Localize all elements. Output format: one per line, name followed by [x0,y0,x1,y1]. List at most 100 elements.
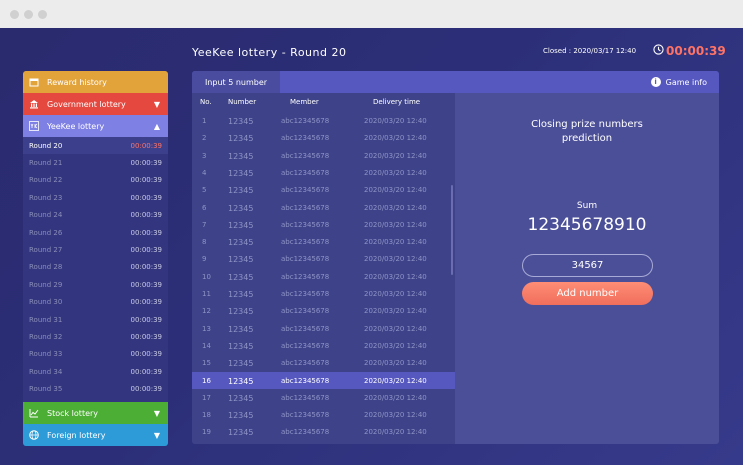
round-label: Round 35 [29,385,63,394]
round-label: Round 24 [29,211,63,220]
sidebar-item-yeekee-lottery[interactable]: YeeKee lottery ▲ [23,115,168,137]
cell-time: 2020/03/20 12:40 [364,393,427,402]
round-time: 00:00:39 [130,193,162,202]
cell-number: 12345 [228,134,254,144]
cell-member: abc12345678 [281,411,330,420]
round-item[interactable]: Round 31 00:00:39 [23,311,168,328]
cell-number: 12345 [228,255,254,265]
cell-time: 2020/03/20 12:40 [364,220,427,229]
table-row[interactable]: 8 12345 abc12345678 2020/03/20 12:40 [192,233,455,250]
table-row[interactable]: 5 12345 abc12345678 2020/03/20 12:40 [192,181,455,198]
cell-member: abc12345678 [281,307,330,316]
sidebar-item-label: Stock lottery [47,408,99,418]
cell-time: 2020/03/20 12:40 [364,376,427,385]
round-item[interactable]: Round 26 00:00:39 [23,224,168,241]
main-panel: Input 5 number i Game info No. Number Me… [192,71,719,444]
sidebar-item-label: YeeKee lottery [47,121,105,131]
round-item[interactable]: Round 24 00:00:39 [23,207,168,224]
table-header: No. Number Member Delivery time [192,93,455,111]
table-row[interactable]: 1 12345 abc12345678 2020/03/20 12:40 [192,112,455,129]
round-item[interactable]: Round 28 00:00:39 [23,259,168,276]
cell-time: 2020/03/20 12:40 [364,411,427,420]
table-row[interactable]: 16 12345 abc12345678 2020/03/20 12:40 [192,371,455,389]
round-item[interactable]: Round 35 00:00:39 [23,381,168,398]
table-row[interactable]: 4 12345 abc12345678 2020/03/20 12:40 [192,164,455,181]
tab-bar: Input 5 number i Game info [192,71,719,93]
table-row[interactable]: 18 12345 abc12345678 2020/03/20 12:40 [192,406,455,423]
round-item[interactable]: Round 20 00:00:39 [23,137,168,154]
chevron-down-icon: ▼ [153,100,160,109]
cell-time: 2020/03/20 12:40 [364,238,427,247]
round-item[interactable]: Round 21 00:00:39 [23,154,168,171]
sidebar-item-stock-lottery[interactable]: Stock lottery ▼ [23,402,168,424]
table-row[interactable]: 6 12345 abc12345678 2020/03/20 12:40 [192,199,455,216]
round-item[interactable]: Round 30 00:00:39 [23,294,168,311]
chart-icon [29,409,39,418]
cell-no: 13 [202,324,211,333]
round-label: Round 20 [29,141,63,150]
round-item[interactable]: Round 23 00:00:39 [23,189,168,206]
game-info-label: Game info [665,77,707,87]
round-time: 00:00:39 [130,245,162,254]
cell-time: 2020/03/20 12:40 [364,428,427,437]
table-row[interactable]: 14 12345 abc12345678 2020/03/20 12:40 [192,337,455,354]
table-row[interactable]: 7 12345 abc12345678 2020/03/20 12:40 [192,216,455,233]
round-item[interactable]: Round 34 00:00:39 [23,363,168,380]
table-row[interactable]: 15 12345 abc12345678 2020/03/20 12:40 [192,354,455,371]
sidebar-item-foreign-lottery[interactable]: Foreign lottery ▼ [23,424,168,446]
table-scrollbar[interactable] [451,185,453,275]
cell-number: 12345 [228,238,254,248]
table-row[interactable]: 13 12345 abc12345678 2020/03/20 12:40 [192,320,455,337]
round-label: Round 31 [29,315,63,324]
cell-time: 2020/03/20 12:40 [364,255,427,264]
round-time: 00:00:39 [130,385,162,394]
sidebar-item-government-lottery[interactable]: Government lottery ▼ [23,93,168,115]
prediction-title: Closing prize numbers prediction [455,118,719,146]
cell-time: 2020/03/20 12:40 [364,203,427,212]
cell-time: 2020/03/20 12:40 [364,151,427,160]
round-item[interactable]: Round 32 00:00:39 [23,328,168,345]
cell-member: abc12345678 [281,272,330,281]
round-item[interactable]: Round 29 00:00:39 [23,276,168,293]
prediction-title-line2: prediction [561,133,613,144]
table-row[interactable]: 2 12345 abc12345678 2020/03/20 12:40 [192,129,455,146]
table-row[interactable]: 3 12345 abc12345678 2020/03/20 12:40 [192,147,455,164]
cell-number: 12345 [228,376,254,386]
table-row[interactable]: 11 12345 abc12345678 2020/03/20 12:40 [192,285,455,302]
add-number-button[interactable]: Add number [522,282,653,305]
cell-no: 16 [202,376,211,385]
cell-no: 12 [202,307,211,316]
cell-time: 2020/03/20 12:40 [364,324,427,333]
cell-number: 12345 [228,151,254,161]
cell-no: 14 [202,341,211,350]
round-item[interactable]: Round 33 00:00:39 [23,346,168,363]
cell-no: 7 [202,220,207,229]
game-info-button[interactable]: i Game info [650,77,707,87]
table-row[interactable]: 17 12345 abc12345678 2020/03/20 12:40 [192,389,455,406]
cell-number: 12345 [228,117,254,126]
round-label: Round 27 [29,245,63,254]
sidebar-item-reward-history[interactable]: Reward history [23,71,168,93]
cell-number: 12345 [228,186,254,196]
page-title: YeeKee lottery - Round 20 [192,46,347,59]
table-row[interactable]: 10 12345 abc12345678 2020/03/20 12:40 [192,268,455,285]
round-time: 00:00:39 [130,315,162,324]
cell-no: 3 [202,151,207,160]
cell-no: 15 [202,359,211,368]
column-header-member: Member [290,98,319,106]
cell-member: abc12345678 [281,134,330,143]
tab-input-5-number[interactable]: Input 5 number [192,71,280,93]
window-close-dot[interactable] [10,10,19,19]
chevron-down-icon: ▼ [153,431,160,440]
number-input[interactable] [522,254,653,277]
window-maximize-dot[interactable] [38,10,47,19]
table-row[interactable]: 12 12345 abc12345678 2020/03/20 12:40 [192,302,455,319]
round-label: Round 30 [29,298,63,307]
round-item[interactable]: Round 27 00:00:39 [23,241,168,258]
window-minimize-dot[interactable] [24,10,33,19]
cell-time: 2020/03/20 12:40 [364,307,427,316]
table-row[interactable]: 9 12345 abc12345678 2020/03/20 12:40 [192,250,455,267]
round-item[interactable]: Round 22 00:00:39 [23,172,168,189]
cell-number: 12345 [228,359,254,369]
table-row[interactable]: 19 12345 abc12345678 2020/03/20 12:40 [192,423,455,440]
